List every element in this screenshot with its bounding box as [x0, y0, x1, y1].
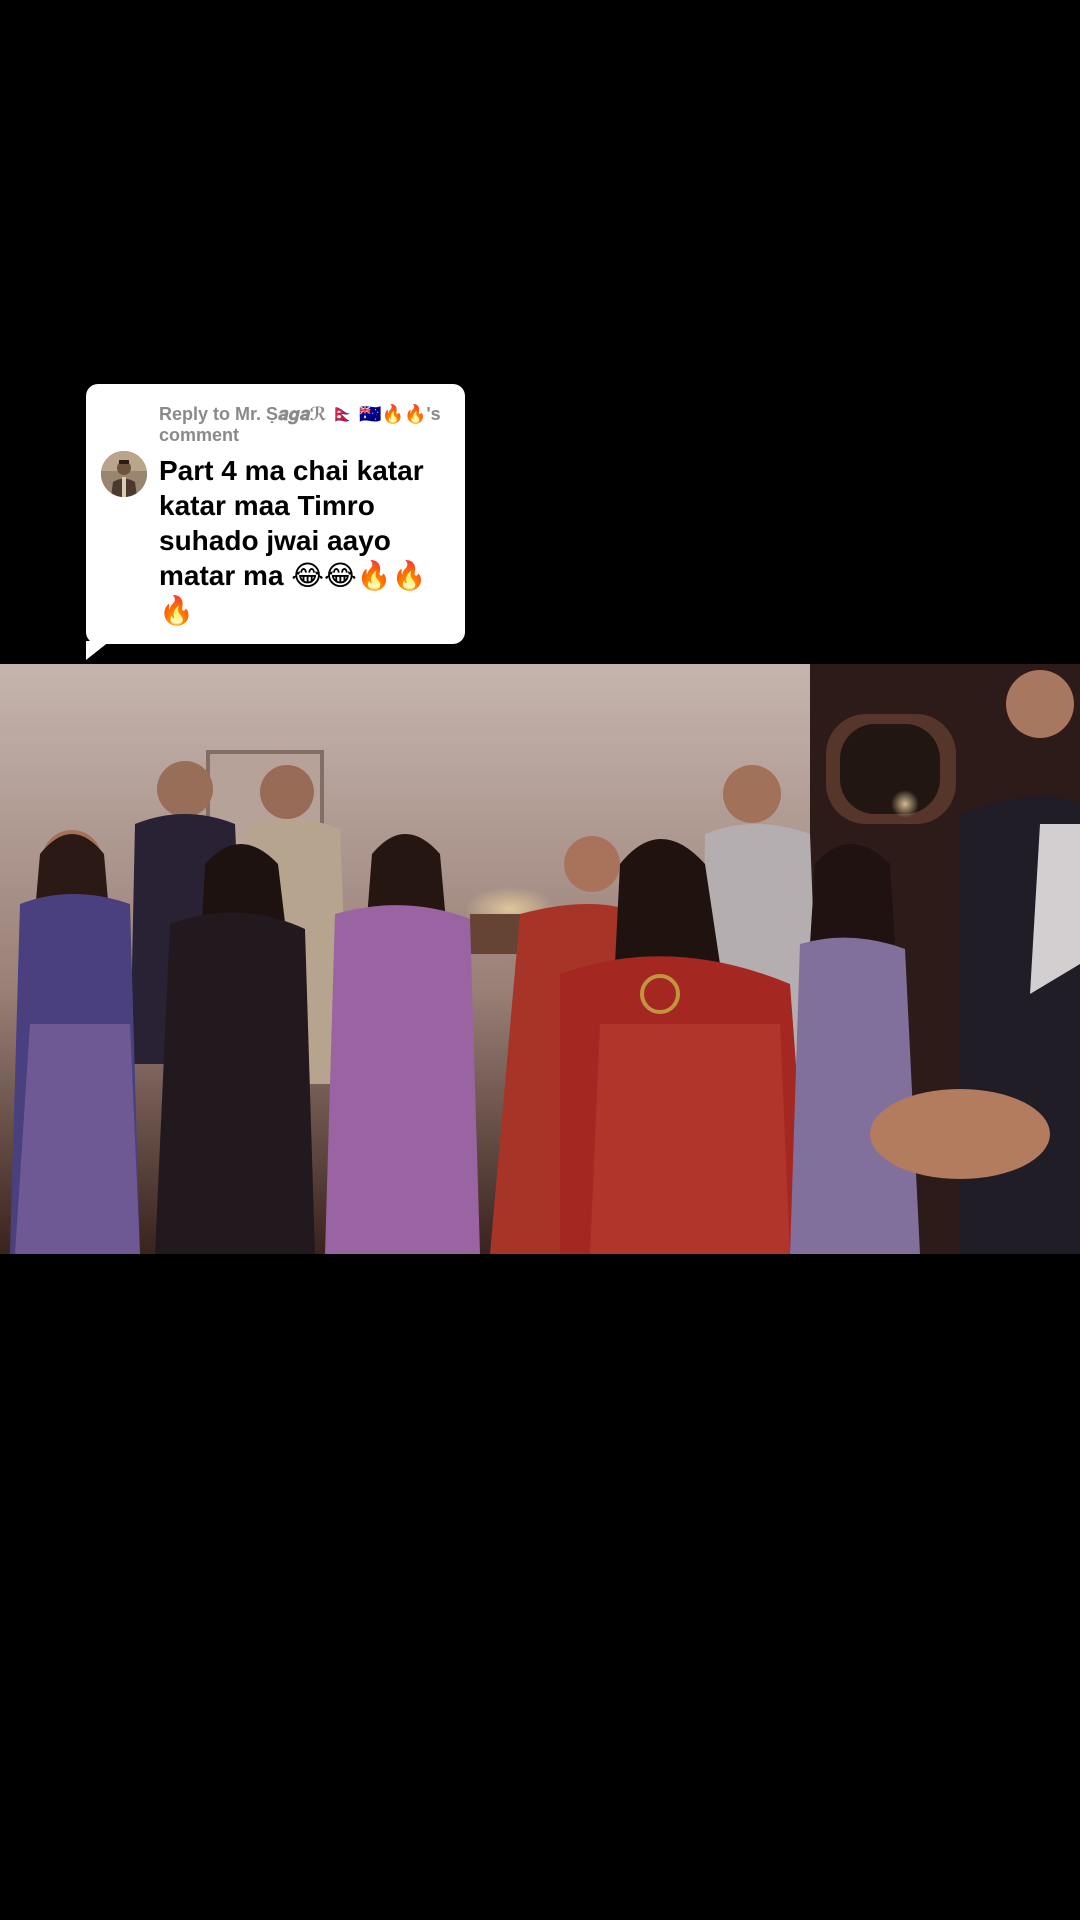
sticker-tail: [86, 641, 110, 660]
commenter-avatar[interactable]: [101, 451, 147, 497]
reply-comment-sticker[interactable]: Reply to Mr. Ṣ𝒂𝒈𝒂ℛ 🇳🇵 🇦🇺🔥🔥's comment Par…: [86, 384, 465, 644]
wedding-scene-image: [0, 664, 1080, 1254]
video-frame[interactable]: [0, 664, 1080, 1254]
reply-comment-text: Part 4 ma chai katar katar maa Timro suh…: [159, 455, 427, 626]
reply-header: Reply to Mr. Ṣ𝒂𝒈𝒂ℛ 🇳🇵 🇦🇺🔥🔥's comment: [159, 404, 441, 445]
user-avatar-icon: [101, 451, 147, 497]
